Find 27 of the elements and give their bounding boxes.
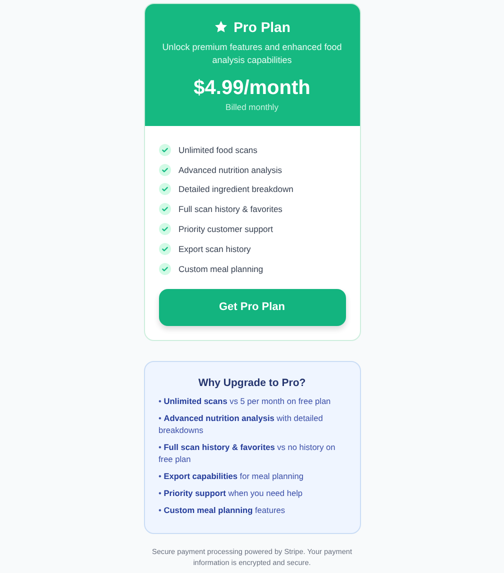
check-icon [158,262,170,275]
benefit-text: • Unlimited scans vs 5 per month on free plan [158,394,332,407]
check-icon [158,203,170,216]
benefit-text: • Custom meal planning features [158,504,286,516]
star-icon [214,20,228,34]
feature-text: Full scan history & favorites [178,204,282,214]
why-upgrade-title: Why Upgrade to Pro? [197,376,307,389]
benefit-text: • Full scan history & favorites vs no history on free plan [158,440,336,465]
check-icon [158,144,170,156]
benefit-text: • Advanced nutrition analysis with detailed breakdowns [158,412,324,436]
billing-note: Billed monthly [224,102,280,112]
plan-price: $4.99/month [192,77,312,100]
feature-text: Advanced nutrition analysis [178,164,282,175]
check-icon [158,242,170,255]
plan-subtitle: Unlock premium features and enhanced food analysis capabilities [161,41,343,67]
get-pro-button[interactable]: Get Pro Plan [158,288,346,326]
benefit-text: • Export capabilities for meal planning [158,470,304,482]
feature-text: Detailed ingredient breakdown [178,184,294,194]
feature-text: Priority customer support [178,224,273,234]
feature-text: Custom meal planning [178,264,264,274]
feature-text: Unlimited food scans [178,144,258,155]
plan-title: Pro Plan [234,19,290,35]
check-icon [158,183,170,196]
benefit-text: • Priority support when you need help [158,486,304,499]
check-icon [158,223,170,236]
feature-text: Export scan history [178,244,251,254]
check-icon [158,164,170,176]
